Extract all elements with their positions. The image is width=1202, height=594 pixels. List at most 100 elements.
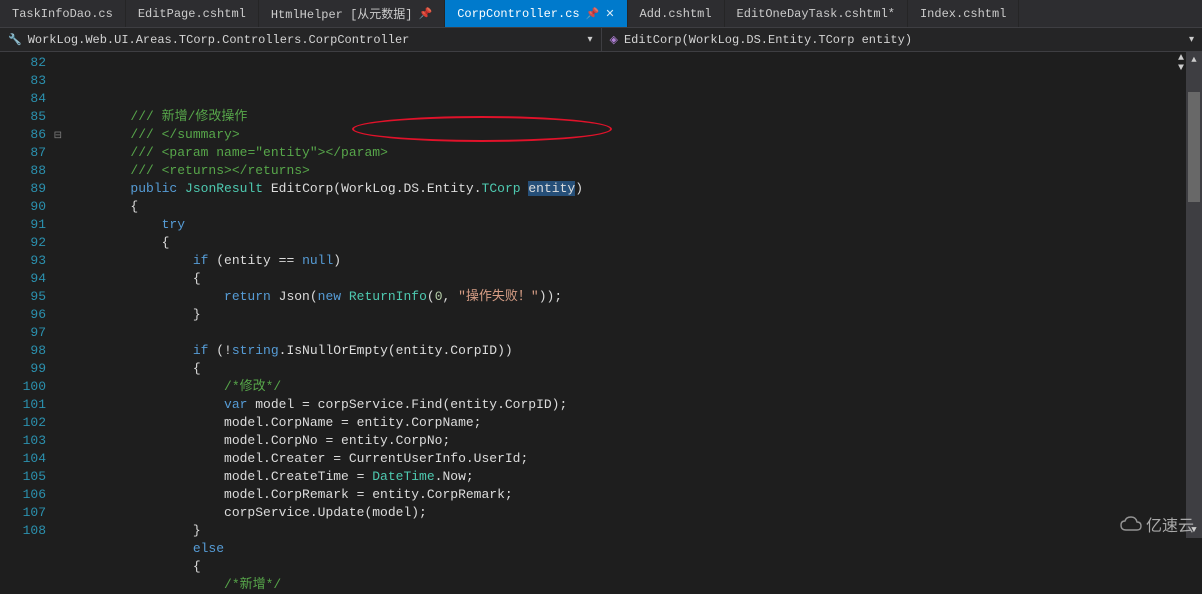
file-tab[interactable]: Add.cshtml — [628, 0, 725, 27]
class-icon: 🔧 — [8, 33, 22, 47]
token-type: TCorp — [482, 181, 521, 196]
file-tab[interactable]: TaskInfoDao.cs — [0, 0, 126, 27]
code-line[interactable]: model.CorpNo = entity.CorpNo; — [68, 432, 1202, 450]
token-type: DateTime — [372, 469, 434, 484]
token-default: (entity == — [208, 253, 302, 268]
code-line[interactable]: { — [68, 234, 1202, 252]
code-line[interactable]: public JsonResult EditCorp(WorkLog.DS.En… — [68, 180, 1202, 198]
code-editor[interactable]: 8283848586⊟87888990919293949596979899100… — [0, 52, 1202, 538]
line-number: 100 — [0, 378, 46, 396]
code-area[interactable]: /// 新增/修改操作 /// </summary> /// <param na… — [68, 52, 1202, 538]
tab-label: HtmlHelper [从元数据] — [271, 5, 413, 22]
token-p: } — [68, 307, 201, 322]
chevron-down-icon: ▾ — [587, 34, 592, 46]
token-p — [68, 541, 193, 556]
code-line[interactable]: else — [68, 540, 1202, 558]
token-p: )); — [539, 289, 562, 304]
token-default: ) — [575, 181, 583, 196]
line-number: 87 — [0, 144, 46, 162]
code-line[interactable]: /// </summary> — [68, 126, 1202, 144]
token-default: EditCorp( — [263, 181, 341, 196]
token-p: } — [68, 523, 201, 538]
token-string: "操作失败！" — [458, 289, 539, 304]
code-line[interactable]: if (entity == null) — [68, 252, 1202, 270]
nav-bar: 🔧 WorkLog.Web.UI.Areas.TCorp.Controllers… — [0, 28, 1202, 52]
code-line[interactable]: model.CorpName = entity.CorpName; — [68, 414, 1202, 432]
token-keyword: else — [193, 541, 224, 556]
token-p — [68, 109, 130, 124]
code-line[interactable]: { — [68, 558, 1202, 576]
token-p: ( — [427, 289, 435, 304]
scroll-down-button[interactable]: ▼ — [1186, 522, 1202, 538]
token-comment: /*新增*/ — [224, 577, 281, 592]
pin-icon[interactable]: 📌 — [586, 7, 600, 21]
token-comment: /// </summary> — [130, 127, 239, 142]
token-keyword: var — [224, 397, 247, 412]
token-keyword: new — [318, 289, 341, 304]
pin-icon[interactable]: 📌 — [418, 7, 432, 21]
token-default: model.CorpRemark = entity.CorpRemark; — [68, 487, 513, 502]
nav-scope-class[interactable]: 🔧 WorkLog.Web.UI.Areas.TCorp.Controllers… — [0, 28, 602, 51]
code-line[interactable]: if (!string.IsNullOrEmpty(entity.CorpID)… — [68, 342, 1202, 360]
close-icon[interactable]: ✕ — [605, 7, 614, 21]
code-line[interactable]: /// <returns></returns> — [68, 162, 1202, 180]
line-number: 97 — [0, 324, 46, 342]
token-default: DS — [404, 181, 420, 196]
line-number: 99 — [0, 360, 46, 378]
code-line[interactable]: } — [68, 522, 1202, 540]
file-tab[interactable]: HtmlHelper [从元数据] 📌 — [259, 0, 445, 27]
file-tab[interactable]: Index.cshtml — [908, 0, 1019, 27]
code-line[interactable]: var model = corpService.Find(entity.Corp… — [68, 396, 1202, 414]
code-line[interactable]: } — [68, 306, 1202, 324]
nav-scope-member-label: EditCorp(WorkLog.DS.Entity.TCorp entity) — [624, 33, 912, 47]
tab-label: EditOneDayTask.cshtml* — [737, 7, 895, 21]
line-number: 107 — [0, 504, 46, 522]
token-p: . — [474, 181, 482, 196]
fold-toggle-icon[interactable]: ⊟ — [54, 128, 62, 146]
line-number: 84 — [0, 90, 46, 108]
vertical-scrollbar[interactable]: ▲ ▼ — [1186, 52, 1202, 538]
code-line[interactable]: { — [68, 198, 1202, 216]
token-p: { — [68, 559, 201, 574]
scroll-up-button[interactable]: ▲ — [1186, 52, 1202, 68]
token-p: { — [68, 271, 201, 286]
token-p: { — [68, 361, 201, 376]
code-line[interactable]: corpService.Update(model); — [68, 504, 1202, 522]
code-line[interactable]: { — [68, 270, 1202, 288]
token-p — [68, 127, 130, 142]
code-line[interactable]: try — [68, 216, 1202, 234]
file-tab[interactable]: CorpController.cs📌✕ — [445, 0, 627, 27]
nav-scope-member[interactable]: ◈ EditCorp(WorkLog.DS.Entity.TCorp entit… — [602, 28, 1202, 51]
split-view-icon[interactable]: ▲▼ — [1178, 54, 1184, 74]
token-default: entity — [528, 181, 575, 196]
line-number: 94 — [0, 270, 46, 288]
token-p — [68, 253, 193, 268]
code-line[interactable]: model.CreateTime = DateTime.Now; — [68, 468, 1202, 486]
line-number: 93 — [0, 252, 46, 270]
code-line[interactable]: /// 新增/修改操作 — [68, 108, 1202, 126]
token-p: { — [68, 235, 169, 250]
code-line[interactable]: /// <param name="entity"></param> — [68, 144, 1202, 162]
code-line[interactable] — [68, 324, 1202, 342]
token-keyword: try — [162, 217, 185, 232]
code-line[interactable]: return Json(new ReturnInfo(0, "操作失败！")); — [68, 288, 1202, 306]
token-p — [177, 181, 185, 196]
scrollbar-thumb[interactable] — [1188, 92, 1200, 202]
file-tab[interactable]: EditPage.cshtml — [126, 0, 259, 27]
code-line[interactable]: model.CorpRemark = entity.CorpRemark; — [68, 486, 1202, 504]
token-p — [68, 379, 224, 394]
line-number: 106 — [0, 486, 46, 504]
nav-scope-class-label: WorkLog.Web.UI.Areas.TCorp.Controllers.C… — [28, 33, 410, 47]
code-line[interactable]: { — [68, 360, 1202, 378]
file-tab[interactable]: EditOneDayTask.cshtml* — [725, 0, 908, 27]
token-p: , — [443, 289, 459, 304]
token-default: model.CorpName = entity.CorpName; — [68, 415, 481, 430]
token-default: Json( — [271, 289, 318, 304]
token-keyword: if — [193, 253, 209, 268]
line-number: 92 — [0, 234, 46, 252]
code-line[interactable]: /*新增*/ — [68, 576, 1202, 594]
token-default: model.CorpNo = entity.CorpNo; — [68, 433, 450, 448]
code-line[interactable]: /*修改*/ — [68, 378, 1202, 396]
token-p — [341, 289, 349, 304]
code-line[interactable]: model.Creater = CurrentUserInfo.UserId; — [68, 450, 1202, 468]
